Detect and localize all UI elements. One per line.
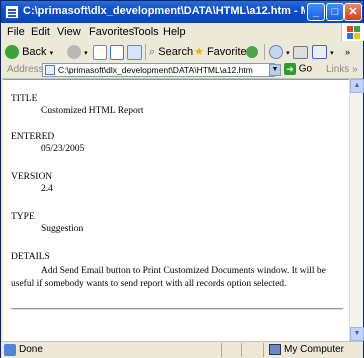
toolbar-separator [264, 44, 265, 60]
favorites-button[interactable]: ★ Favorites [194, 43, 252, 61]
go-arrow-icon: ➜ [284, 63, 296, 75]
star-icon: ★ [194, 46, 204, 58]
address-dropdown-icon[interactable]: ▼ [269, 64, 281, 76]
stop-icon [93, 44, 107, 60]
edit-page-icon [312, 45, 327, 60]
links-label: Links [326, 64, 350, 75]
ie-status-icon [4, 344, 16, 356]
zone-label: My Computer [284, 344, 345, 356]
menu-help[interactable]: Help [163, 26, 186, 38]
my-computer-icon [269, 344, 281, 355]
security-zone: My Computer [269, 344, 344, 355]
back-label: Back [22, 46, 47, 58]
print-button[interactable] [293, 43, 308, 61]
home-button[interactable] [127, 43, 142, 61]
scroll-down-button[interactable]: ▼ [350, 327, 364, 341]
field-label-title: TITLE [11, 94, 38, 104]
menu-view[interactable]: View [57, 26, 81, 38]
browser-window: C:\primasoft\dlx_development\DATA\HTML\a… [0, 0, 364, 358]
status-separator [241, 343, 242, 357]
minimize-button[interactable]: _ [307, 3, 325, 21]
field-value-type: Suggestion [41, 224, 84, 234]
page-content: TITLE Customized HTML Report ENTERED 05/… [3, 79, 349, 342]
details-text: Add Send Email button to Print Customize… [11, 266, 326, 289]
back-dropdown-icon[interactable]: ▾ [50, 50, 54, 57]
page-icon [45, 65, 55, 75]
forward-arrow-icon [67, 45, 81, 60]
field-label-type: TYPE [11, 212, 35, 222]
field-label-version: VERSION [11, 172, 53, 182]
address-input[interactable]: C:\primasoft\dlx_development\DATA\HTML\a… [42, 63, 275, 77]
field-label-entered: ENTERED [11, 132, 55, 142]
forward-button[interactable]: ▾ [67, 43, 88, 61]
field-value-title: Customized HTML Report [41, 106, 144, 116]
address-bar: Address C:\primasoft\dlx_development\DAT… [1, 63, 363, 79]
field-value-entered: 05/23/2005 [41, 144, 85, 154]
links-button[interactable]: Links » [326, 64, 358, 75]
menu-tools[interactable]: Tools [133, 26, 159, 38]
history-icon [269, 45, 283, 60]
menu-favorites[interactable]: Favorites [89, 26, 134, 38]
ie-page-icon [5, 5, 19, 19]
menu-file[interactable]: File [7, 26, 25, 38]
search-label: Search [158, 46, 194, 58]
history-button[interactable]: ▾ [269, 43, 290, 61]
address-value: C:\primasoft\dlx_development\DATA\HTML\a… [58, 65, 253, 75]
links-chevron-icon: » [352, 64, 358, 75]
status-bar: Done My Computer [1, 341, 363, 358]
media-icon [246, 46, 258, 59]
window-title: C:\primasoft\dlx_development\DATA\HTML\a… [23, 5, 305, 17]
go-label: Go [298, 63, 313, 75]
print-icon [293, 45, 308, 59]
horizontal-rule [11, 308, 343, 310]
status-separator [263, 343, 264, 357]
search-icon: ⌕ [149, 46, 156, 58]
vertical-scrollbar[interactable]: ▲ ▼ [349, 79, 364, 341]
field-value-version: 2.4 [41, 184, 53, 194]
menu-edit[interactable]: Edit [31, 26, 50, 38]
title-bar[interactable]: C:\primasoft\dlx_development\DATA\HTML\a… [1, 1, 363, 23]
stop-button[interactable] [93, 43, 107, 61]
edit-button[interactable]: ▾ [312, 43, 334, 61]
address-label: Address [7, 64, 44, 75]
maximize-button[interactable]: □ [326, 3, 344, 21]
toolbar-separator [145, 44, 146, 60]
history-dropdown-icon[interactable]: ▾ [286, 50, 290, 57]
edit-dropdown-icon[interactable]: ▾ [330, 50, 334, 57]
windows-logo-icon [341, 23, 364, 41]
back-arrow-icon [5, 45, 19, 60]
home-icon [127, 44, 142, 60]
status-separator [221, 343, 222, 357]
search-button[interactable]: ⌕ Search [149, 43, 193, 61]
forward-dropdown-icon[interactable]: ▾ [84, 50, 88, 57]
back-button[interactable]: Back ▾ [5, 43, 53, 61]
close-button[interactable]: ✕ [344, 3, 362, 21]
go-button[interactable]: ➜ Go [284, 63, 312, 77]
refresh-button[interactable] [110, 43, 124, 61]
field-label-details: DETAILS [11, 252, 50, 262]
scroll-up-button[interactable]: ▲ [350, 79, 364, 93]
toolbar-overflow-chevron-icon[interactable]: » [345, 43, 350, 61]
standard-toolbar: Back ▾ ▾ ⌕ Search ★ Favorites ▾ ▾ » [1, 41, 363, 64]
refresh-icon [110, 44, 124, 60]
media-button[interactable] [246, 43, 258, 61]
status-text: Done [19, 344, 43, 355]
menu-bar: File Edit View Favorites Tools Help [1, 23, 364, 42]
